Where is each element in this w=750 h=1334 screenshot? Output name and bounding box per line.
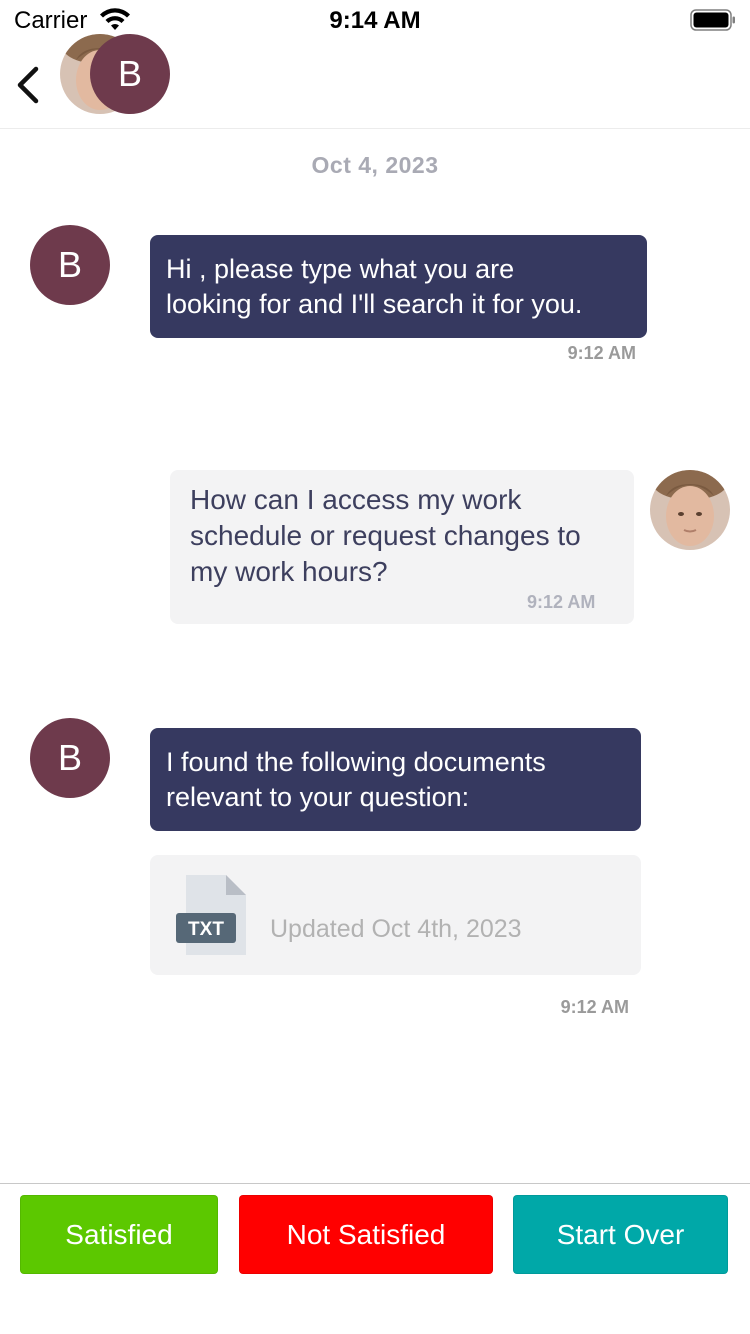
battery-icon	[690, 9, 735, 31]
message-timestamp: 9:12 AM	[567, 343, 636, 363]
user-face-icon	[650, 470, 730, 550]
satisfied-button[interactable]: Satisfied	[20, 1195, 218, 1274]
message-line: my work hours?	[190, 556, 388, 587]
bot-avatar: B	[90, 34, 170, 114]
status-bar: Carrier 9:14 AM	[0, 0, 750, 40]
txt-file-icon: TXT	[176, 875, 246, 955]
not-satisfied-button[interactable]: Not Satisfied	[239, 1195, 493, 1274]
document-updated-date: Updated Oct 4th, 2023	[270, 915, 522, 943]
user-avatar	[650, 470, 730, 550]
file-type-label: TXT	[188, 919, 224, 940]
bot-avatar: B	[30, 718, 110, 798]
document-card[interactable]: TXT Updated Oct 4th, 2023	[150, 855, 641, 975]
message-line: relevant to your question:	[166, 782, 470, 812]
message-line: How can I access my work	[190, 484, 522, 515]
start-over-button[interactable]: Start Over	[513, 1195, 728, 1274]
chat-header: B	[0, 34, 750, 129]
date-divider: Oct 4, 2023	[311, 152, 439, 178]
bot-message-bubble: Hi , please type what you are looking fo…	[150, 235, 647, 338]
chevron-left-icon[interactable]	[14, 64, 44, 106]
message-timestamp: 9:12 AM	[560, 997, 629, 1017]
message-timestamp: 9:12 AM	[527, 592, 596, 612]
message-line: looking for and I'll search it for you.	[166, 289, 583, 319]
message-line: Hi , please type what you are	[166, 254, 515, 284]
message-line: I found the following documents	[166, 747, 546, 777]
bot-avatar: B	[30, 225, 110, 305]
status-time: 9:14 AM	[329, 7, 421, 34]
bot-message-bubble: I found the following documents relevant…	[150, 728, 641, 831]
feedback-bar: Satisfied Not Satisfied Start Over	[0, 1183, 750, 1334]
message-line: schedule or request changes to	[190, 520, 581, 551]
